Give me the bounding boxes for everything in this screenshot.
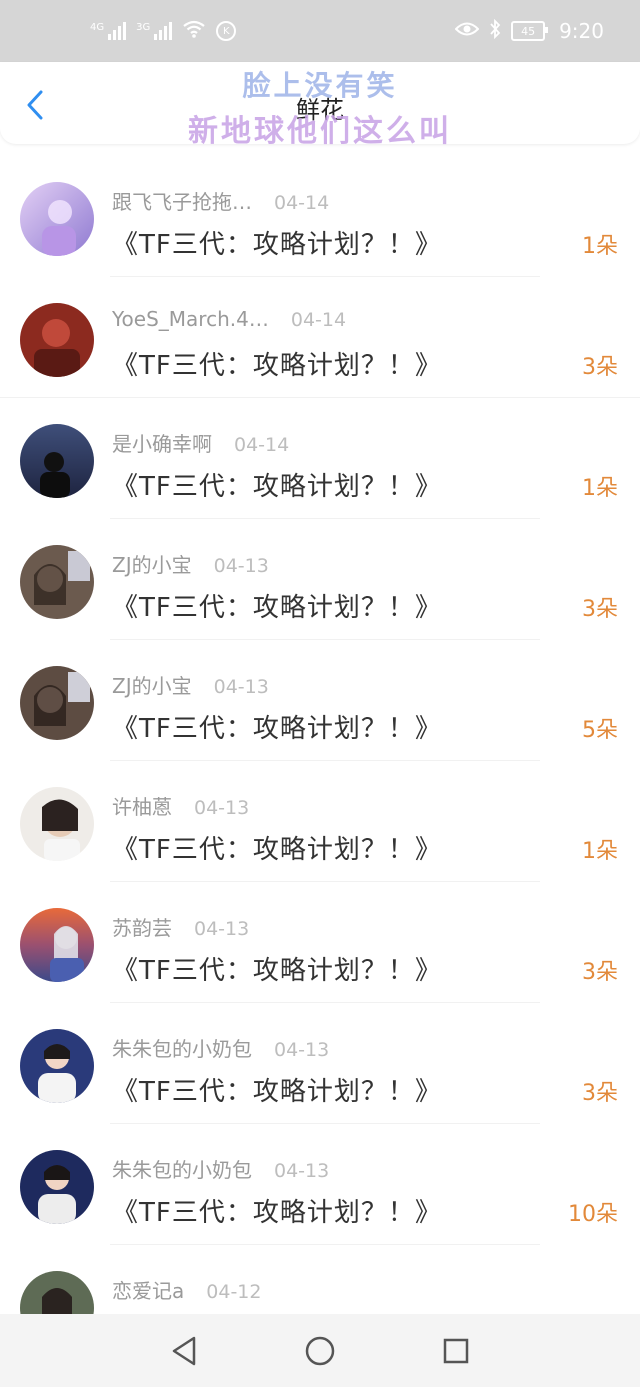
avatar[interactable] <box>20 666 94 740</box>
list-item[interactable]: ZJ的小宝 04-13 《TF三代：攻略计划？！》 3朵 <box>0 519 640 640</box>
item-date: 04-13 <box>213 676 269 698</box>
user-name[interactable]: 朱朱包的小奶包 <box>112 1037 252 1061</box>
item-date: 04-13 <box>274 1160 330 1182</box>
bluetooth-icon <box>489 18 501 44</box>
book-title[interactable]: 《TF三代：攻略计划？！》 <box>112 466 442 503</box>
user-name[interactable]: 是小确幸啊 <box>112 432 212 456</box>
item-meta: 苏韵芸 04-13 <box>112 912 249 941</box>
item-date: 04-13 <box>213 555 269 577</box>
avatar[interactable] <box>20 1029 94 1103</box>
flower-count: 3朵 <box>582 597 618 622</box>
flower-count: 1朵 <box>582 234 618 259</box>
item-meta: 是小确幸啊 04-14 <box>112 428 289 457</box>
avatar[interactable] <box>20 908 94 982</box>
wifi-icon <box>182 20 206 43</box>
item-date: 04-13 <box>194 918 250 940</box>
book-title[interactable]: 《TF三代：攻略计划？！》 <box>112 708 442 745</box>
k-badge-icon: K <box>216 21 237 41</box>
network-type-label: 4G <box>90 22 105 33</box>
avatar[interactable] <box>20 303 94 377</box>
overlay-text-bottom: 新地球他们这么叫 <box>188 114 452 149</box>
item-meta: YoeS_March.4… 04-14 <box>112 307 346 331</box>
book-title[interactable]: 《TF三代：攻略计划？！》 <box>112 950 442 987</box>
list-item[interactable]: 恋爱记a 04-12 <box>0 1245 640 1314</box>
back-button[interactable] <box>20 87 50 123</box>
list-item[interactable]: ZJ的小宝 04-13 《TF三代：攻略计划？！》 5朵 <box>0 640 640 761</box>
gift-list: 跟飞飞子抢拖… 04-14 《TF三代：攻略计划？！》 1朵 YoeS_March… <box>0 156 640 1314</box>
signal-icon: 3G <box>136 22 173 40</box>
list-item[interactable]: 朱朱包的小奶包 04-13 《TF三代：攻略计划？！》 10朵 <box>0 1124 640 1245</box>
battery-icon: 45 <box>511 21 549 41</box>
item-meta: 跟飞飞子抢拖… 04-14 <box>112 186 329 215</box>
item-date: 04-13 <box>194 797 250 819</box>
status-left: 4G 3G K <box>90 20 237 43</box>
square-recents-icon <box>443 1338 469 1363</box>
item-meta: 许柚蒽 04-13 <box>112 791 249 820</box>
flower-count: 1朵 <box>582 839 618 864</box>
item-date: 04-14 <box>234 434 290 456</box>
book-title[interactable]: 《TF三代：攻略计划？！》 <box>112 1192 442 1229</box>
item-meta: 朱朱包的小奶包 04-13 <box>112 1154 329 1183</box>
book-title[interactable]: 《TF三代：攻略计划？！》 <box>112 345 442 382</box>
eye-icon <box>454 21 480 42</box>
user-name[interactable]: 恋爱记a <box>112 1279 184 1303</box>
system-nav-bar <box>0 1314 640 1387</box>
item-meta: ZJ的小宝 04-13 <box>112 549 269 578</box>
flower-count: 10朵 <box>568 1202 618 1227</box>
item-meta: 朱朱包的小奶包 04-13 <box>112 1033 329 1062</box>
list-item[interactable]: 许柚蒽 04-13 《TF三代：攻略计划？！》 1朵 <box>0 761 640 882</box>
item-date: 04-12 <box>206 1281 262 1303</box>
network-type-label: 3G <box>136 22 151 33</box>
signal-icon: 4G <box>90 22 127 40</box>
status-right: 45 9:20 <box>454 18 604 44</box>
avatar[interactable] <box>20 424 94 498</box>
avatar[interactable] <box>20 182 94 256</box>
book-title[interactable]: 《TF三代：攻略计划？！》 <box>112 1071 442 1108</box>
avatar[interactable] <box>20 545 94 619</box>
user-name[interactable]: 苏韵芸 <box>112 916 172 940</box>
status-bar: 4G 3G K 45 9:20 <box>0 0 640 62</box>
user-name[interactable]: ZJ的小宝 <box>112 674 192 698</box>
nav-back-button[interactable] <box>166 1333 202 1369</box>
nav-recents-button[interactable] <box>438 1333 474 1369</box>
nav-home-button[interactable] <box>302 1333 338 1369</box>
item-date: 04-14 <box>290 309 347 331</box>
flower-count: 3朵 <box>582 1081 618 1106</box>
flower-count: 5朵 <box>582 718 618 743</box>
list-item[interactable]: 是小确幸啊 04-14 《TF三代：攻略计划？！》 1朵 <box>0 398 640 519</box>
chevron-left-icon <box>27 90 43 120</box>
list-item[interactable]: 苏韵芸 04-13 《TF三代：攻略计划？！》 3朵 <box>0 882 640 1003</box>
user-name[interactable]: 许柚蒽 <box>112 795 172 819</box>
avatar[interactable] <box>20 787 94 861</box>
flower-count: 1朵 <box>582 476 618 501</box>
user-name[interactable]: YoeS_March.4… <box>112 307 269 331</box>
avatar[interactable] <box>20 1150 94 1224</box>
item-date: 04-14 <box>274 192 330 214</box>
flower-count: 3朵 <box>582 960 618 985</box>
list-item[interactable]: 朱朱包的小奶包 04-13 《TF三代：攻略计划？！》 3朵 <box>0 1003 640 1124</box>
list-item[interactable]: 跟飞飞子抢拖… 04-14 《TF三代：攻略计划？！》 1朵 <box>0 156 640 277</box>
triangle-back-icon <box>172 1336 196 1365</box>
flower-count: 3朵 <box>582 355 618 380</box>
user-name[interactable]: ZJ的小宝 <box>112 553 192 577</box>
avatar[interactable] <box>20 1271 94 1314</box>
list-item[interactable]: YoeS_March.4… 04-14 《TF三代：攻略计划？！》 3朵 <box>0 277 640 398</box>
user-name[interactable]: 朱朱包的小奶包 <box>112 1158 252 1182</box>
book-title[interactable]: 《TF三代：攻略计划？！》 <box>112 224 442 261</box>
item-meta: ZJ的小宝 04-13 <box>112 670 269 699</box>
page-header: 脸上没有笑 鲜花 新地球他们这么叫 <box>0 62 640 149</box>
circle-home-icon <box>305 1336 335 1365</box>
book-title[interactable]: 《TF三代：攻略计划？！》 <box>112 829 442 866</box>
item-meta: 恋爱记a 04-12 <box>112 1275 261 1304</box>
item-date: 04-13 <box>274 1039 330 1061</box>
user-name[interactable]: 跟飞飞子抢拖… <box>112 190 252 214</box>
book-title[interactable]: 《TF三代：攻略计划？！》 <box>112 587 442 624</box>
status-time: 9:20 <box>559 19 604 43</box>
